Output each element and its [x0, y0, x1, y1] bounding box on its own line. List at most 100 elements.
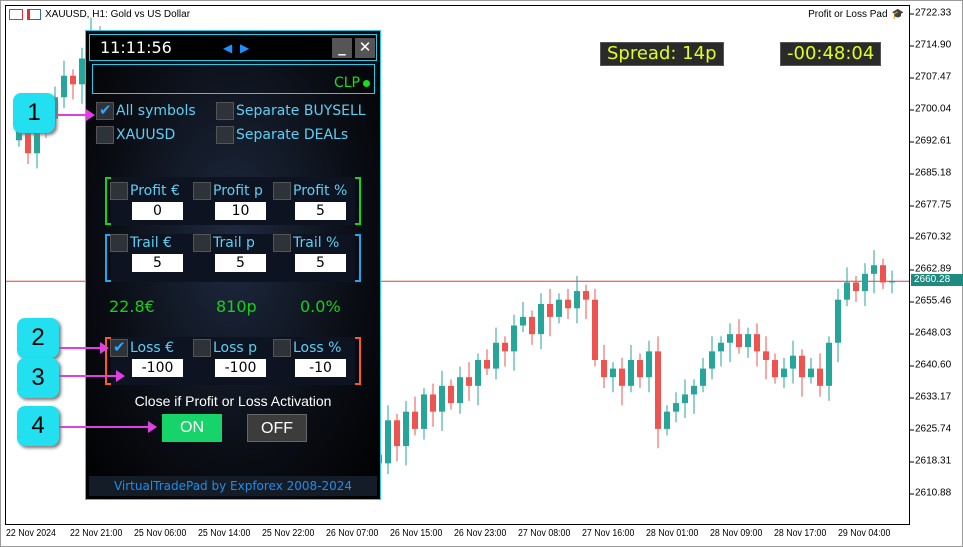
checkbox-label: Trail %: [293, 235, 340, 251]
x-tick: 25 Nov 14:00: [198, 528, 251, 539]
profit-money-stat: 22.8€: [109, 297, 155, 316]
y-tick: 2707.47: [909, 71, 952, 83]
option-2[interactable]: XAUUSD: [96, 126, 175, 144]
checkbox[interactable]: [110, 234, 128, 252]
candle: [673, 392, 679, 423]
candle: [448, 379, 454, 410]
loss-checkbox-2[interactable]: Loss %: [273, 339, 341, 357]
checkbox-label: Trail €: [130, 235, 172, 251]
x-tick: 27 Nov 08:00: [518, 528, 571, 539]
candle: [439, 370, 445, 432]
panel-header: 11:11:56 ◀ ▶ _ ✕: [89, 34, 377, 61]
option-3[interactable]: Separate DEALs: [216, 126, 348, 144]
checkbox[interactable]: [96, 101, 114, 120]
close-button[interactable]: ✕: [355, 38, 375, 58]
candle: [736, 319, 742, 354]
profit-input-1[interactable]: [215, 202, 266, 220]
trail-input-0[interactable]: [132, 254, 183, 272]
candle: [574, 275, 580, 324]
option-1[interactable]: Separate BUYSELL: [216, 102, 366, 120]
trail-checkbox-0[interactable]: Trail €: [110, 234, 172, 252]
checkbox[interactable]: [216, 126, 234, 144]
loss-input-1[interactable]: -100: [215, 359, 266, 377]
x-tick: 28 Nov 01:00: [646, 528, 699, 539]
x-tick: 26 Nov 23:00: [454, 528, 507, 539]
checkbox[interactable]: [110, 338, 128, 357]
title-text: XAUUSD, H1: Gold vs US Dollar: [45, 9, 191, 20]
loss-input-0[interactable]: -100: [132, 359, 183, 377]
callout-4: 4: [17, 406, 59, 446]
loss-input-2[interactable]: -10: [295, 359, 346, 377]
checkbox[interactable]: [193, 182, 211, 200]
chart-icon[interactable]: [27, 9, 41, 20]
callout-arrow: [59, 342, 109, 354]
candle: [700, 357, 706, 393]
checkbox[interactable]: [96, 126, 114, 144]
candle: [691, 379, 697, 414]
profit-input-0[interactable]: [132, 202, 183, 220]
candle: [880, 258, 886, 289]
trail-input-2[interactable]: [295, 254, 346, 272]
checkbox[interactable]: [216, 102, 234, 120]
candle: [457, 366, 463, 414]
checkbox[interactable]: [273, 339, 291, 357]
callout-3: 3: [17, 358, 59, 398]
candle: [835, 288, 841, 363]
candle: [385, 405, 391, 475]
x-tick: 29 Nov 04:00: [838, 528, 891, 539]
checkbox-label: Trail p: [213, 235, 255, 251]
arrow-left-icon[interactable]: ◀: [223, 41, 232, 55]
candle: [826, 336, 832, 401]
candle: [745, 327, 751, 358]
candle: [628, 344, 634, 393]
trail-checkbox-1[interactable]: Trail p: [193, 234, 255, 252]
checkbox-label: All symbols: [116, 103, 196, 119]
checkbox[interactable]: [273, 182, 291, 200]
y-tick: 2692.61: [909, 135, 952, 147]
candle: [556, 293, 562, 324]
spread-display: Spread: 14p: [600, 42, 724, 66]
y-tick: 2670.32: [909, 231, 952, 243]
chart-title: XAUUSD, H1: Gold vs US Dollar: [9, 9, 190, 20]
callout-arrow: [55, 109, 95, 121]
candle: [484, 349, 490, 376]
loss-checkbox-1[interactable]: Loss p: [193, 339, 257, 357]
checkbox-label: XAUUSD: [116, 127, 176, 143]
loss-checkbox-0[interactable]: Loss €: [110, 338, 174, 357]
clp-box: CLP: [92, 64, 375, 94]
callout-arrow: [59, 421, 157, 433]
trail-checkbox-2[interactable]: Trail %: [273, 234, 339, 252]
callout-2: 2: [17, 318, 59, 358]
clp-label: CLP: [333, 75, 360, 91]
menu-icon[interactable]: [9, 9, 23, 20]
chart-window: XAUUSD, H1: Gold vs US Dollar Profit or …: [0, 0, 963, 547]
profit-points-stat: 810p: [216, 297, 257, 316]
checkbox[interactable]: [110, 182, 128, 200]
x-tick: 28 Nov 09:00: [710, 528, 763, 539]
candle: [772, 353, 778, 384]
trail-input-1[interactable]: [215, 254, 266, 272]
candle: [403, 400, 409, 466]
candle: [421, 387, 427, 440]
profit-checkbox-0[interactable]: Profit €: [110, 182, 180, 200]
arrow-right-icon[interactable]: ▶: [240, 41, 249, 55]
candle: [493, 327, 499, 380]
checkbox[interactable]: [193, 339, 211, 357]
checkbox-label: Profit %: [293, 183, 348, 199]
candle: [502, 336, 508, 367]
checkbox[interactable]: [193, 234, 211, 252]
candle: [727, 323, 733, 363]
candle: [655, 336, 661, 449]
profit-checkbox-2[interactable]: Profit %: [273, 182, 347, 200]
minimize-button[interactable]: _: [332, 38, 352, 58]
candle: [70, 69, 76, 100]
candle: [592, 288, 598, 367]
checkbox[interactable]: [273, 234, 291, 252]
off-button[interactable]: OFF: [247, 414, 307, 442]
option-0[interactable]: All symbols: [96, 101, 196, 120]
on-button[interactable]: ON: [162, 414, 222, 442]
candle: [790, 340, 796, 384]
y-tick: 2648.03: [909, 327, 952, 339]
profit-checkbox-1[interactable]: Profit p: [193, 182, 263, 200]
profit-input-2[interactable]: [295, 202, 346, 220]
